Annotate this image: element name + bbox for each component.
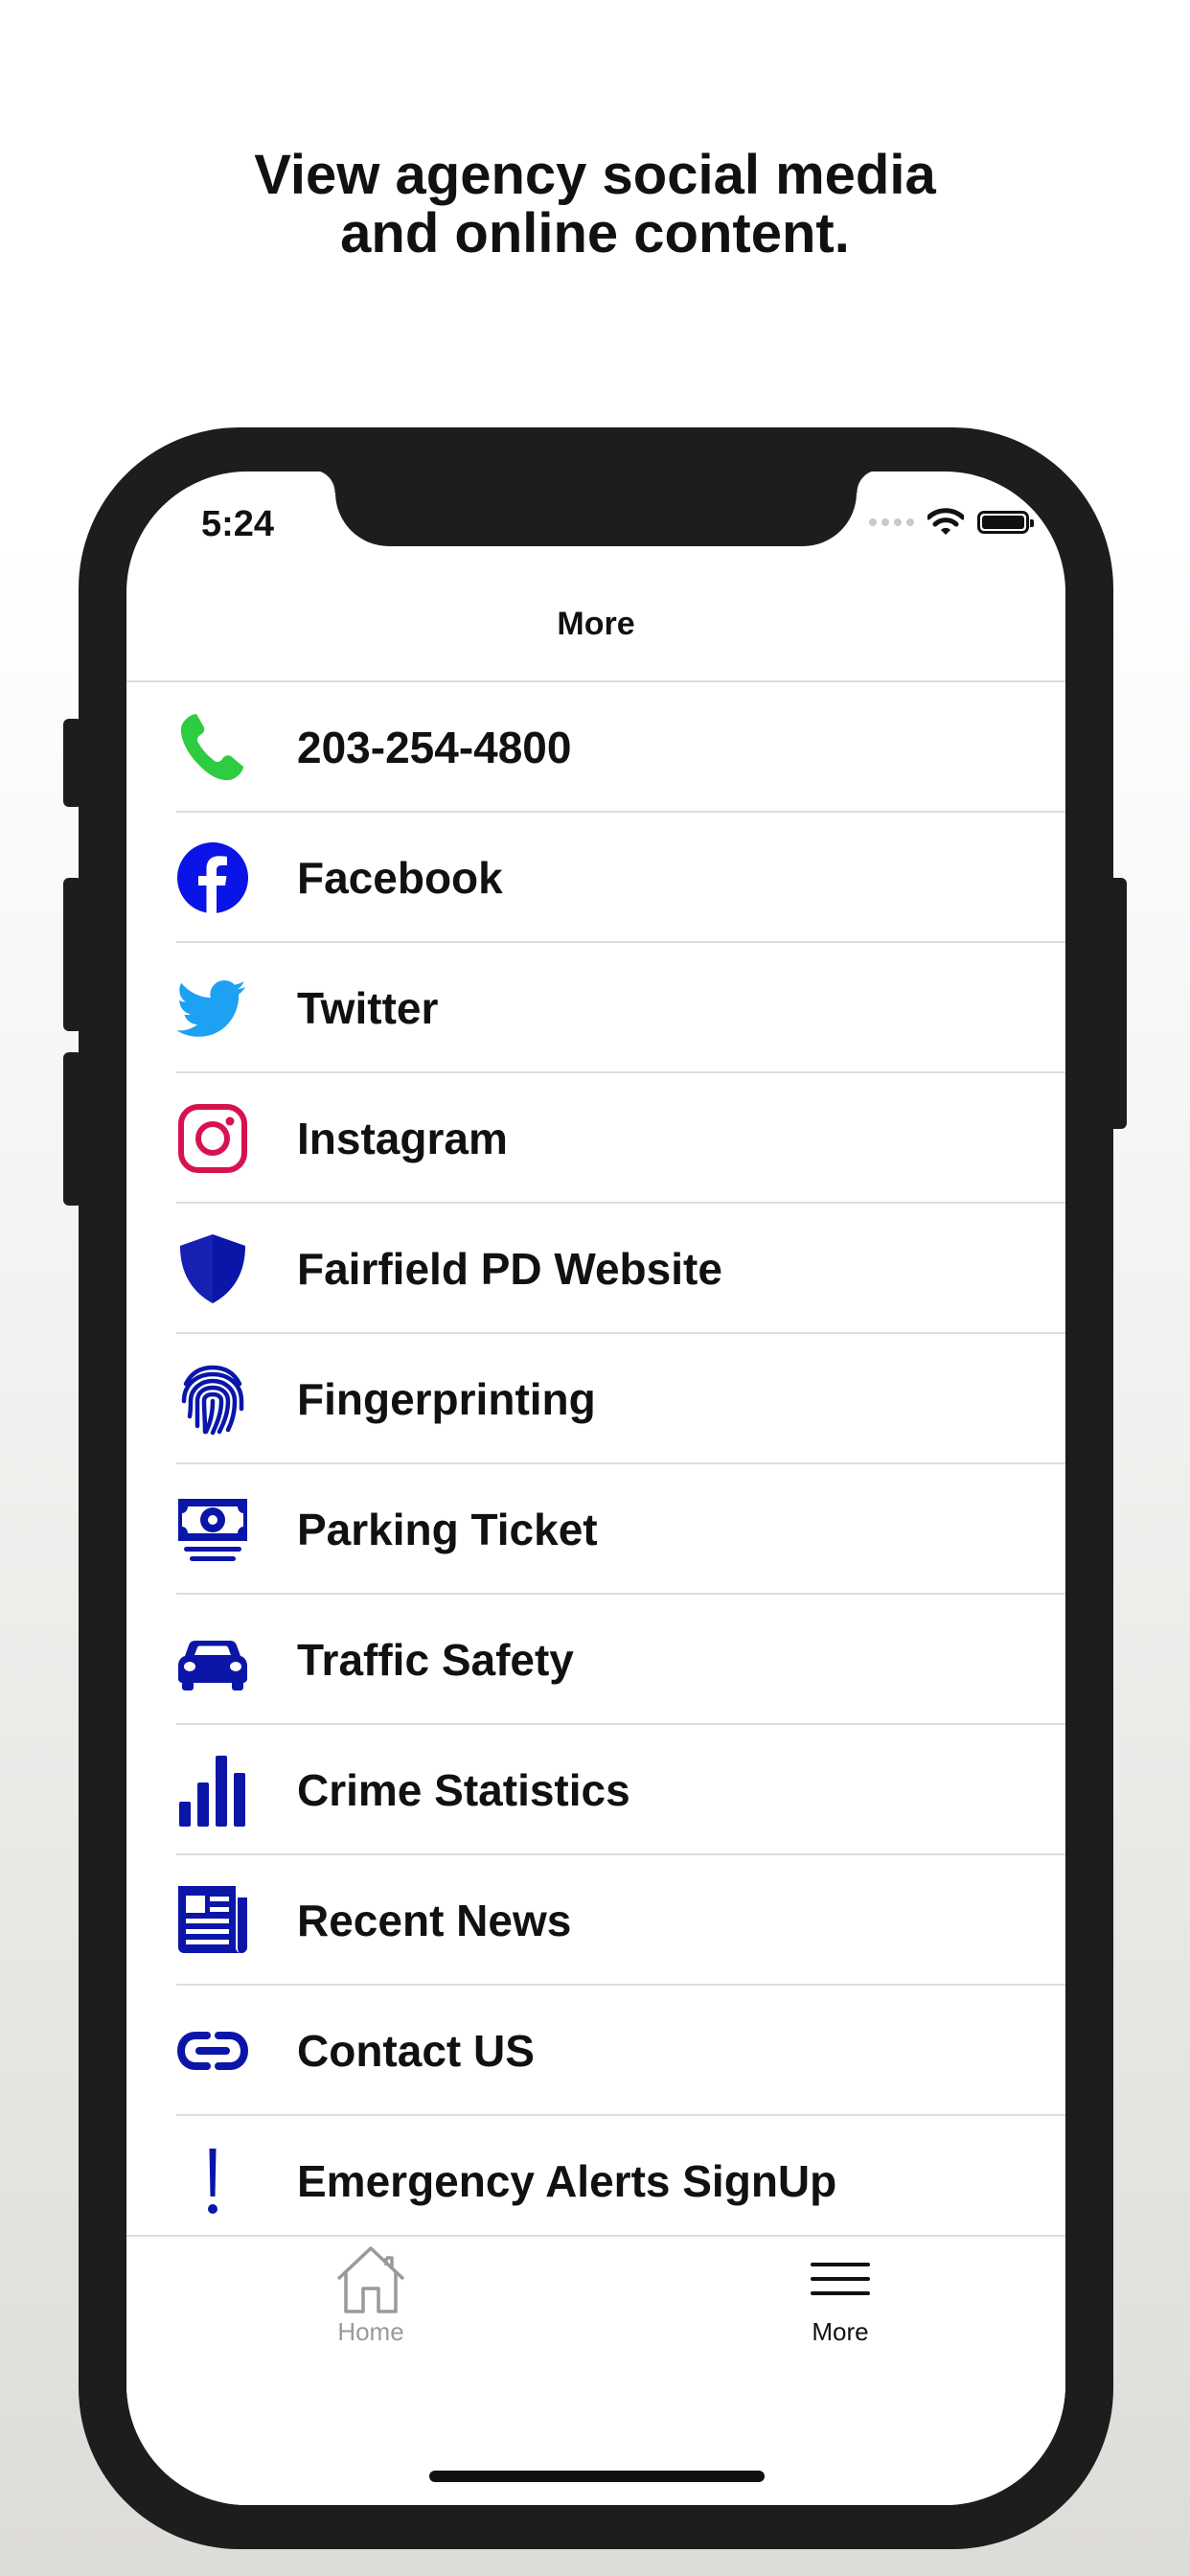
menu-item-label: Instagram: [297, 1114, 508, 1163]
nav-title: More: [557, 606, 635, 642]
menu-icon: [811, 2263, 870, 2295]
tab-more[interactable]: More: [725, 2244, 955, 2347]
facebook-icon: [176, 841, 249, 914]
menu-item-label: Crime Statistics: [297, 1765, 630, 1815]
exclamation-icon: [176, 2145, 249, 2218]
menu-item-crime-statistics[interactable]: Crime Statistics: [126, 1725, 1065, 1855]
menu-item-parking-ticket[interactable]: Parking Ticket: [126, 1464, 1065, 1595]
shield-icon: [176, 1232, 249, 1305]
menu-item-contact-us[interactable]: Contact US: [126, 1986, 1065, 2116]
bar-chart-icon: [176, 1754, 249, 1827]
battery-icon: [977, 511, 1034, 534]
menu-item-label: Contact US: [297, 2026, 535, 2076]
menu-item-twitter[interactable]: Twitter: [126, 943, 1065, 1073]
headline: View agency social media and online cont…: [0, 146, 1190, 263]
newspaper-icon: [176, 1884, 249, 1957]
menu-item-instagram[interactable]: Instagram: [126, 1073, 1065, 1204]
wifi-icon: [927, 508, 964, 535]
menu-item-facebook[interactable]: Facebook: [126, 813, 1065, 943]
menu-item-label: Facebook: [297, 853, 503, 903]
menu-item-recent-news[interactable]: Recent News: [126, 1855, 1065, 1986]
twitter-icon: [176, 972, 249, 1045]
menu-item-fingerprinting[interactable]: Fingerprinting: [126, 1334, 1065, 1464]
menu-item-label: Fingerprinting: [297, 1374, 596, 1424]
menu-item-label: Twitter: [297, 983, 439, 1033]
tab-label: More: [812, 2317, 869, 2346]
menu-item-label: Recent News: [297, 1896, 572, 1945]
menu-item-emergency-alerts-signup[interactable]: Emergency Alerts SignUp: [126, 2116, 1065, 2246]
headline-line-2: and online content.: [340, 202, 850, 264]
status-icons: [869, 508, 1034, 537]
car-icon: [176, 1623, 249, 1696]
tab-home[interactable]: Home: [256, 2244, 486, 2347]
menu-item-label: 203-254-4800: [297, 723, 572, 772]
menu-item-label: Fairfield PD Website: [297, 1244, 722, 1294]
menu-item-phone[interactable]: 203-254-4800: [126, 682, 1065, 813]
instagram-icon: [176, 1102, 249, 1175]
link-icon: [176, 2014, 249, 2087]
money-bill-icon: [176, 1493, 249, 1566]
phone-frame: 5:24 More 203-254-4800 Facebook Twitter …: [79, 427, 1113, 2549]
tab-label: Home: [337, 2317, 404, 2346]
status-time: 5:24: [201, 504, 275, 544]
menu-item-traffic-safety[interactable]: Traffic Safety: [126, 1595, 1065, 1725]
phone-screen: 5:24 More 203-254-4800 Facebook Twitter …: [126, 472, 1065, 2505]
phone-icon: [176, 711, 249, 784]
notch: [312, 472, 880, 546]
menu-item-fairfield-pd-website[interactable]: Fairfield PD Website: [126, 1204, 1065, 1334]
headline-line-1: View agency social media: [254, 144, 936, 206]
home-indicator: [429, 2471, 765, 2482]
signal-dots-icon: [869, 518, 914, 526]
more-menu-list: 203-254-4800 Facebook Twitter Instagram …: [126, 682, 1065, 2246]
fingerprint-icon: [176, 1363, 249, 1436]
tab-bar: Home More: [126, 2235, 1065, 2505]
menu-item-label: Parking Ticket: [297, 1505, 598, 1554]
menu-item-label: Emergency Alerts SignUp: [297, 2156, 837, 2206]
home-icon: [336, 2246, 405, 2313]
menu-item-label: Traffic Safety: [297, 1635, 574, 1685]
